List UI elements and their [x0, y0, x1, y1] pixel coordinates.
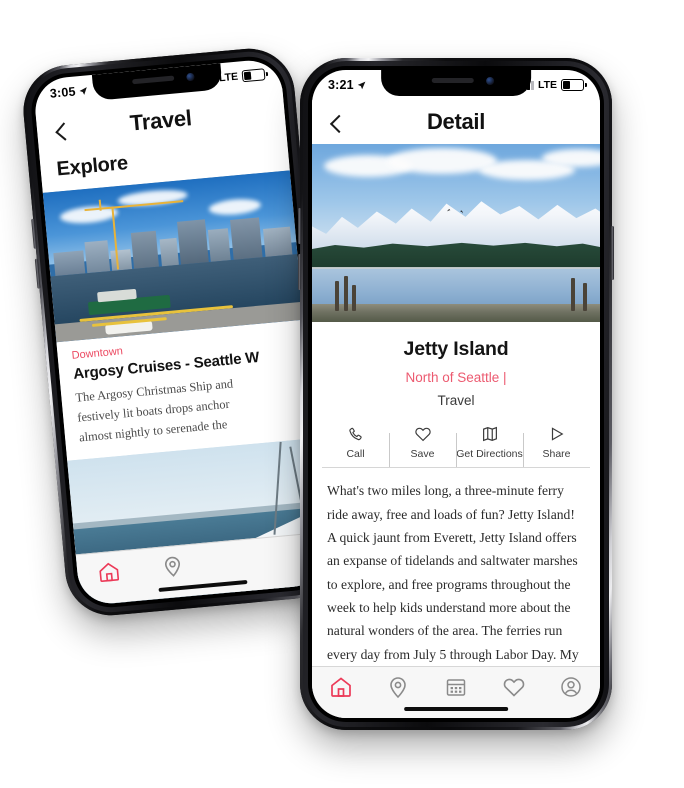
scene: 3:05 LTE Travel Explore Downtown Argosy …	[0, 0, 684, 788]
status-time-group: 3:05	[49, 83, 88, 101]
building	[208, 227, 231, 262]
phone-icon	[347, 423, 364, 445]
network-type: LTE	[537, 79, 557, 91]
piling	[343, 275, 348, 312]
status-time-group: 3:21	[328, 78, 366, 92]
place-region: North of Seattle |	[405, 370, 507, 385]
location-arrow-icon	[357, 81, 366, 89]
action-label: Save	[410, 448, 435, 460]
get-directions-button[interactable]: Get Directions	[456, 421, 523, 468]
sidebar-item-home[interactable]	[97, 559, 122, 584]
front-phone-notch	[381, 70, 531, 96]
building	[159, 237, 179, 267]
home-indicator[interactable]	[404, 706, 508, 711]
piling	[335, 281, 340, 312]
building	[229, 217, 263, 260]
front-nav-bar: Detail	[312, 100, 600, 144]
back-chevron-icon[interactable]	[329, 114, 349, 134]
map-pin-icon	[390, 676, 407, 698]
article-body: What's two miles long, a three-minute fe…	[327, 483, 579, 662]
status-time: 3:21	[328, 78, 354, 92]
sidebar-item-home[interactable]	[329, 675, 353, 699]
battery-icon	[241, 68, 266, 83]
map-pin-icon	[164, 556, 180, 577]
building	[110, 249, 132, 271]
back-content: Travel Explore Downtown Argosy Cruises -…	[33, 58, 328, 607]
place-category: Travel	[437, 393, 475, 408]
detail-header: Jetty Island North of Seattle | Travel	[312, 322, 600, 408]
earpiece-speaker	[132, 75, 175, 85]
front-content: Detail Jetty Island North of Seattle | T…	[312, 70, 600, 666]
network-type: LTE	[218, 70, 239, 85]
action-label: Get Directions	[456, 448, 523, 460]
sidebar-item-places[interactable]	[386, 675, 410, 699]
heart-icon	[414, 423, 432, 445]
volume-down-button[interactable]	[298, 254, 301, 290]
power-button[interactable]	[611, 226, 614, 280]
building	[131, 230, 160, 269]
volume-up-button[interactable]	[298, 208, 301, 244]
share-icon	[548, 423, 566, 445]
sidebar-item-events[interactable]	[444, 675, 468, 699]
back-chevron-icon[interactable]	[55, 122, 74, 141]
building	[53, 250, 85, 277]
piling	[582, 282, 587, 312]
card-argosy[interactable]: Downtown Argosy Cruises - Seattle W The …	[56, 319, 315, 462]
card-photo-seattle[interactable]	[42, 170, 304, 343]
battery-icon	[561, 78, 587, 92]
front-phone: 3:21 LTE Detail Jetty Island North of Se…	[298, 58, 614, 730]
piling	[571, 277, 576, 312]
page-title: Detail	[426, 109, 486, 134]
page-title: Travel	[128, 105, 193, 136]
person-icon	[561, 676, 581, 697]
status-time: 3:05	[49, 84, 77, 101]
piling	[352, 284, 357, 312]
heart-icon	[503, 678, 524, 697]
share-button[interactable]: Share	[523, 421, 590, 468]
building	[177, 219, 209, 265]
earpiece-speaker	[431, 78, 474, 83]
action-row: Call Save Get Directions Share	[322, 421, 590, 469]
home-icon	[99, 562, 120, 583]
home-icon	[330, 676, 351, 697]
back-phone-screen: 3:05 LTE Travel Explore Downtown Argosy …	[32, 57, 328, 607]
sidebar-item-places[interactable]	[160, 554, 185, 579]
sidebar-item-profile[interactable]	[559, 675, 583, 699]
building	[84, 239, 110, 274]
action-label: Share	[542, 448, 571, 460]
location-arrow-icon	[79, 86, 87, 95]
save-button[interactable]: Save	[389, 421, 456, 468]
hero-photo-jetty-island[interactable]	[312, 144, 600, 322]
place-name: Jetty Island	[403, 338, 509, 360]
front-camera-icon	[186, 72, 196, 82]
calendar-icon	[446, 678, 466, 696]
front-phone-screen: 3:21 LTE Detail Jetty Island North of Se…	[312, 70, 600, 718]
front-camera-icon	[486, 77, 494, 85]
action-label: Call	[346, 448, 365, 460]
call-button[interactable]: Call	[322, 421, 389, 467]
sidebar-item-favorites[interactable]	[502, 675, 526, 699]
building	[262, 226, 293, 257]
back-phone: 3:05 LTE Travel Explore Downtown Argosy …	[19, 44, 341, 620]
map-icon	[481, 423, 499, 445]
